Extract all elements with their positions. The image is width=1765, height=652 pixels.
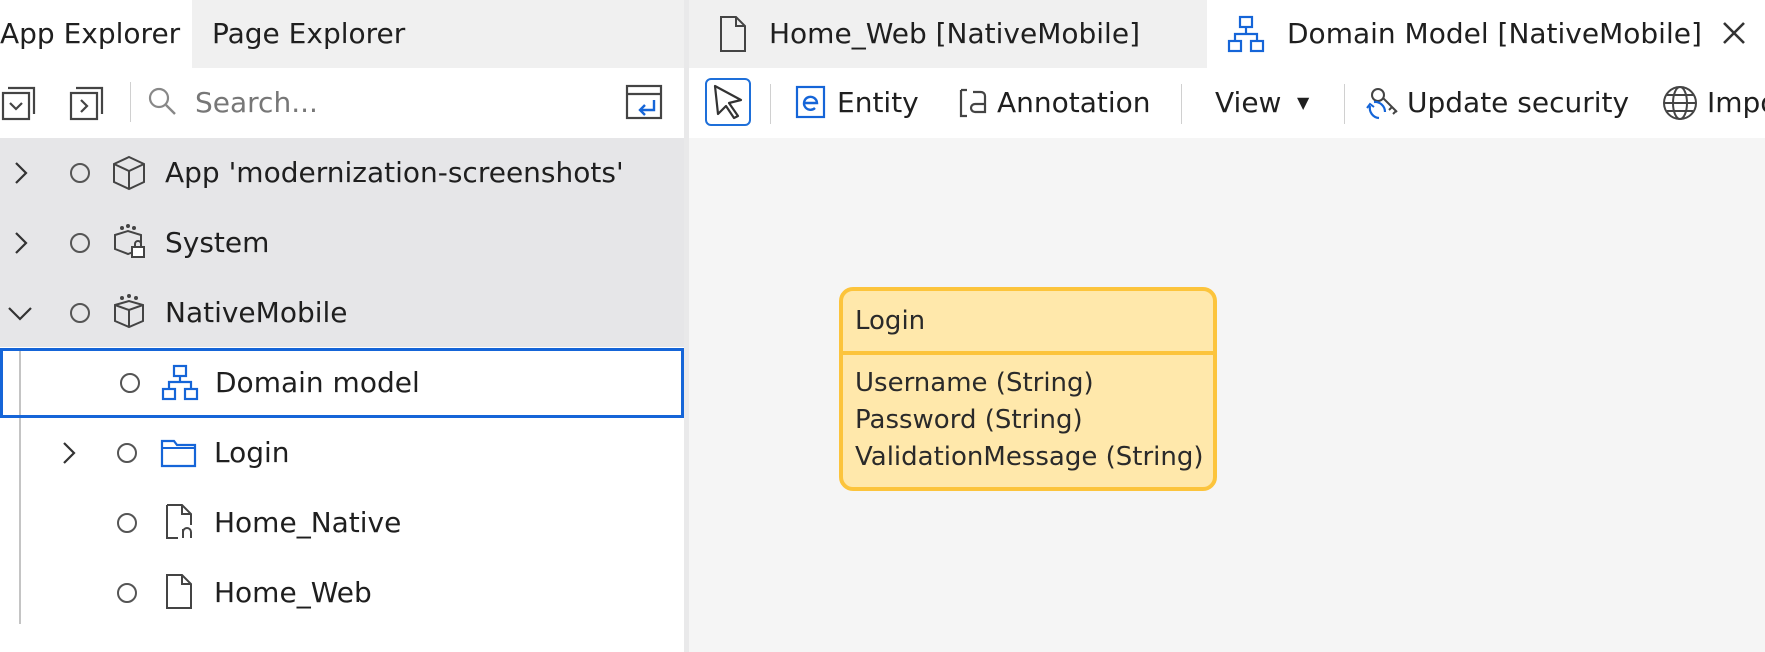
editor-toolbar: Entity Annotation View ▼ Update security… (689, 68, 1765, 138)
chevron-right-icon[interactable] (56, 440, 82, 466)
status-circle (117, 583, 137, 603)
status-circle (70, 303, 90, 323)
toolbar-divider (770, 84, 771, 124)
collapse-all-icon[interactable] (0, 82, 40, 122)
tree-item-label: NativeMobile (165, 296, 348, 329)
tree-item-home-web[interactable]: Home_Web (0, 558, 684, 628)
module-icon (110, 293, 148, 331)
tab-app-explorer[interactable]: App Explorer (0, 0, 192, 68)
status-circle (70, 163, 90, 183)
native-page-icon (162, 503, 200, 541)
tree-item-label: Domain model (215, 366, 420, 399)
caret-down-icon: ▼ (1297, 93, 1310, 112)
update-security-label: Update security (1407, 86, 1630, 119)
select-tool-button[interactable] (705, 78, 751, 126)
link-with-editor-icon[interactable] (624, 82, 664, 122)
tree-item-system[interactable]: System (0, 208, 684, 278)
status-circle (117, 443, 137, 463)
tree-item-label: System (165, 226, 270, 259)
page-icon (715, 14, 751, 54)
page-icon (162, 573, 200, 611)
domain-model-icon (161, 364, 199, 402)
tree-item-label: Home_Native (214, 506, 402, 539)
status-circle (120, 373, 140, 393)
explorer-toolbar: Search... (0, 68, 684, 138)
entity-attribute[interactable]: ValidationMessage (String) (843, 439, 1213, 476)
entity-attribute-list: Username (String) Password (String) Vali… (843, 355, 1213, 476)
search-input[interactable]: Search... (195, 83, 318, 123)
view-dropdown[interactable]: View ▼ (1215, 68, 1309, 138)
tab-domain-model[interactable]: Domain Model [NativeMobile] (1207, 0, 1765, 68)
status-circle (117, 513, 137, 533)
chevron-right-icon[interactable] (8, 160, 34, 186)
search-icon (145, 84, 185, 124)
view-label: View (1215, 86, 1282, 119)
entity-name[interactable]: Login (843, 291, 1213, 355)
tree-item-domain-model[interactable]: Domain model (0, 348, 684, 418)
tab-label: Home_Web [NativeMobile] (769, 17, 1140, 50)
entity-icon (794, 84, 828, 120)
domain-model-icon (1227, 14, 1265, 54)
status-circle (70, 233, 90, 253)
tree-item-label: App 'modernization-screenshots' (165, 156, 624, 189)
cube-icon (110, 154, 148, 192)
tab-label: Domain Model [NativeMobile] (1287, 17, 1702, 50)
toolbar-divider (1344, 84, 1345, 124)
explorer-tab-bar: App Explorer Page Explorer (0, 0, 684, 68)
tree-item-nativemobile[interactable]: NativeMobile (0, 278, 684, 348)
folder-icon (160, 434, 198, 472)
annotation-label: Annotation (997, 86, 1151, 119)
domain-model-editor: Home_Web [NativeMobile] Domain Model [Na… (689, 0, 1765, 652)
pointer-icon (713, 84, 743, 120)
document-tab-bar: Home_Web [NativeMobile] Domain Model [Na… (689, 0, 1765, 68)
entity-label: Entity (837, 86, 919, 119)
project-tree: App 'modernization-screenshots' System N… (0, 138, 684, 652)
annotation-icon (957, 84, 991, 120)
toolbar-divider (1181, 84, 1182, 124)
tree-item-label: Login (214, 436, 290, 469)
close-icon[interactable] (1719, 18, 1749, 48)
tree-item-login-folder[interactable]: Login (0, 418, 684, 488)
chevron-down-icon[interactable] (6, 300, 32, 326)
tab-home-web[interactable]: Home_Web [NativeMobile] (689, 0, 1207, 68)
expand-all-icon[interactable] (68, 82, 108, 122)
toolbar-divider (130, 82, 131, 122)
app-explorer-panel: App Explorer Page Explorer Search... App… (0, 0, 684, 652)
entity-attribute[interactable]: Password (String) (843, 402, 1213, 439)
entity-attribute[interactable]: Username (String) (843, 365, 1213, 402)
tree-item-home-native[interactable]: Home_Native (0, 488, 684, 558)
domain-model-canvas[interactable]: Login Username (String) Password (String… (689, 138, 1765, 652)
import-label: Impo (1707, 86, 1765, 119)
system-module-icon (110, 223, 148, 261)
tree-item-app[interactable]: App 'modernization-screenshots' (0, 138, 684, 208)
globe-icon (1661, 84, 1699, 122)
entity-box-login[interactable]: Login Username (String) Password (String… (839, 287, 1217, 491)
security-refresh-icon (1365, 84, 1403, 122)
chevron-right-icon[interactable] (8, 230, 34, 256)
tab-page-explorer[interactable]: Page Explorer (192, 0, 405, 68)
tree-item-label: Home_Web (214, 576, 372, 609)
